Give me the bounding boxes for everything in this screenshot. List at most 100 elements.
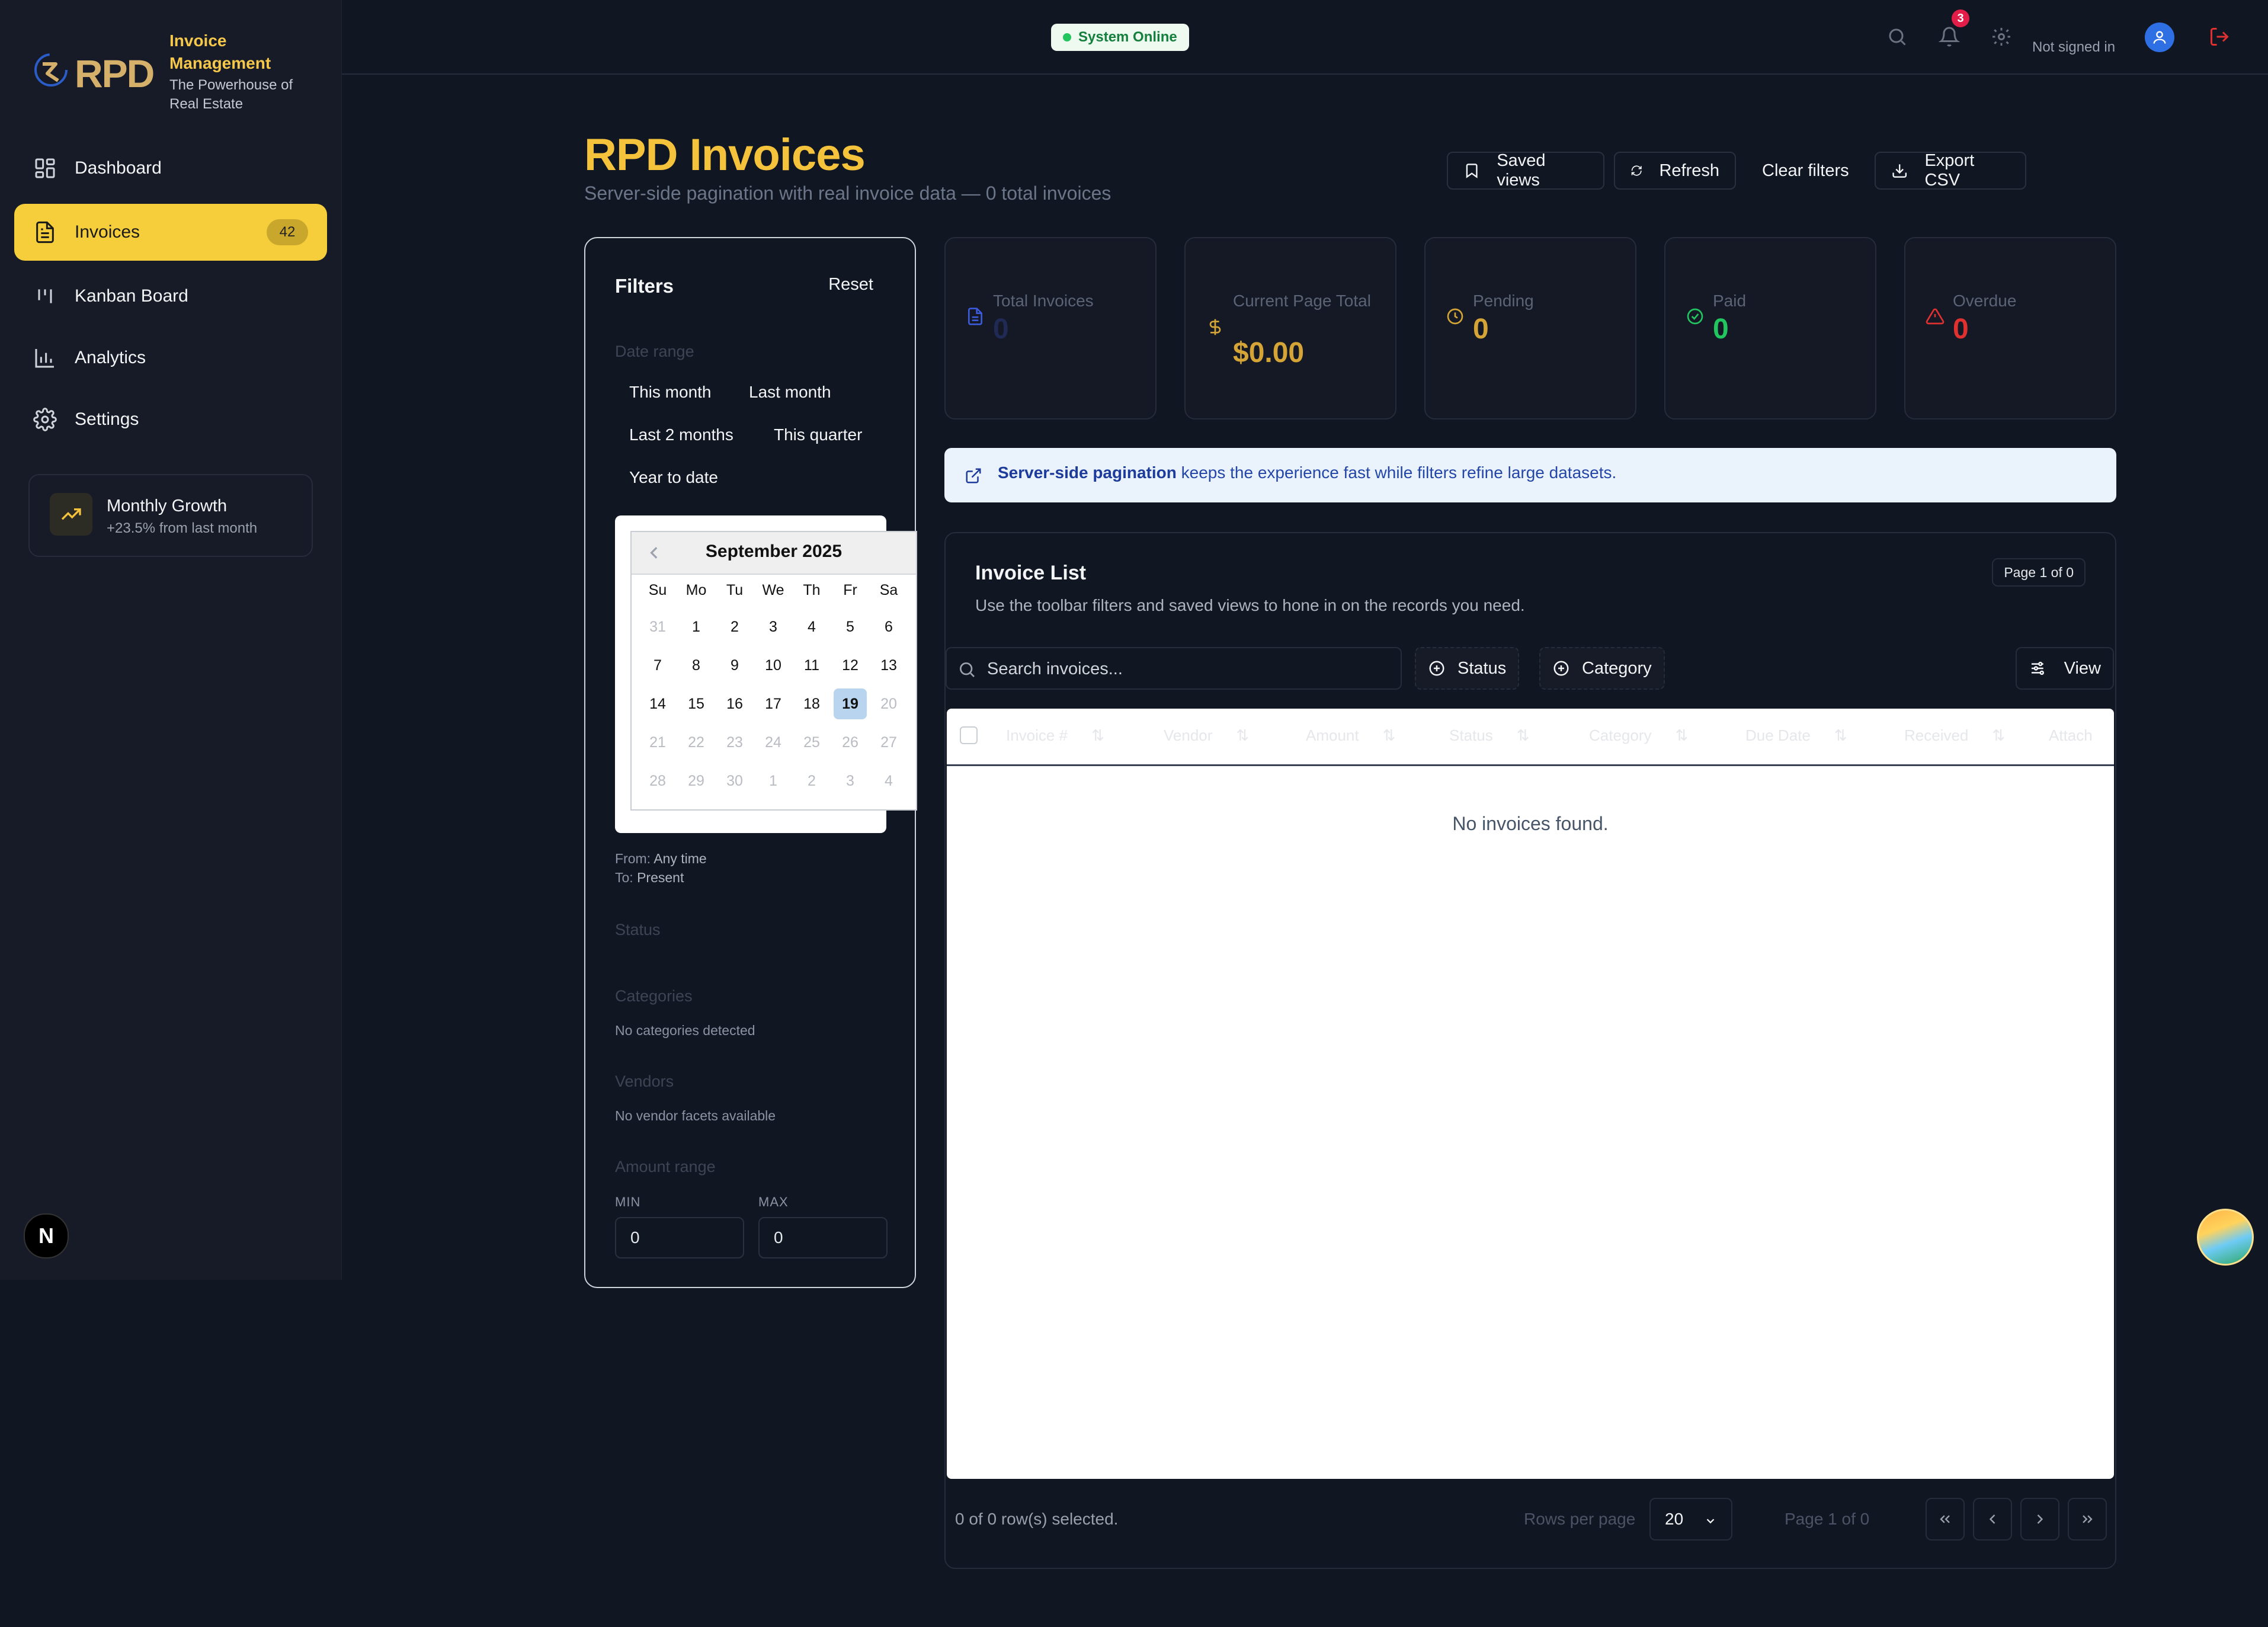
category-filter-chip[interactable]: Category [1539, 647, 1665, 690]
calendar-day[interactable]: 17 [757, 688, 790, 719]
view-options-button[interactable]: View [2016, 647, 2114, 690]
calendar-day[interactable]: 30 [718, 766, 751, 796]
calendar-day[interactable]: 10 [757, 650, 790, 681]
first-page-button[interactable] [1926, 1498, 1965, 1540]
bar-chart-icon [35, 349, 54, 368]
column-header-amount[interactable]: Amount ⇅ [1306, 726, 1395, 745]
categories-filter-label: Categories [615, 987, 693, 1005]
calendar-day[interactable]: 18 [795, 688, 828, 719]
select-all-checkbox[interactable] [960, 726, 978, 744]
calendar-day[interactable]: 6 [872, 611, 905, 642]
export-csv-label: Export CSV [1924, 151, 1975, 190]
page-badge: Page 1 of 0 [1992, 558, 2086, 587]
next-page-button[interactable] [2020, 1498, 2059, 1540]
dashboard-icon [35, 158, 55, 178]
calendar-day[interactable]: 8 [680, 650, 713, 681]
calendar-day[interactable]: 1 [680, 611, 713, 642]
floating-island-avatar[interactable] [2197, 1209, 2254, 1266]
calendar-day[interactable]: 27 [872, 727, 905, 758]
date-range-label: Date range [615, 342, 694, 360]
last-page-button[interactable] [2068, 1498, 2107, 1540]
calendar-day[interactable]: 7 [641, 650, 674, 681]
calendar-day[interactable]: 21 [641, 727, 674, 758]
sidebar-item-settings[interactable]: Settings [14, 391, 327, 448]
column-header-invoice[interactable]: Invoice # ⇅ [1006, 726, 1104, 745]
export-csv-button[interactable]: Export CSV [1875, 151, 2026, 190]
calendar-day[interactable]: 11 [795, 650, 828, 681]
rpd-logo[interactable] [32, 51, 70, 89]
calendar-day[interactable]: 3 [757, 611, 790, 642]
calendar-day[interactable]: 23 [718, 727, 751, 758]
calendar-day[interactable]: 28 [641, 766, 674, 796]
calendar-header: September 2025 [632, 532, 916, 575]
external-link-icon [966, 468, 981, 483]
calendar-day[interactable]: 12 [834, 650, 867, 681]
bell-icon[interactable] [1939, 26, 1960, 47]
calendar-day[interactable]: 20 [872, 688, 905, 719]
invoice-list-title: Invoice List [975, 562, 1087, 584]
n-badge[interactable]: N [24, 1213, 69, 1258]
column-header-category[interactable]: Category ⇅ [1589, 726, 1688, 745]
prev-page-button[interactable] [1973, 1498, 2012, 1540]
sidebar-item-kanban[interactable]: Kanban Board [14, 268, 327, 325]
vendors-empty: No vendor facets available [615, 1108, 776, 1123]
preset-this-quarter[interactable]: This quarter [774, 425, 862, 444]
calendar-day[interactable]: 4 [795, 611, 828, 642]
preset-this-month[interactable]: This month [629, 383, 712, 402]
calendar-day[interactable]: 2 [795, 766, 828, 796]
sidebar: RPD Invoice Management The Powerhouse of… [0, 0, 342, 1280]
preset-year-to-date[interactable]: Year to date [629, 468, 718, 487]
calendar-day[interactable]: 22 [680, 727, 713, 758]
saved-views-button[interactable]: Saved views [1447, 151, 1604, 190]
sidebar-item-dashboard[interactable]: Dashboard [14, 140, 327, 197]
calendar-day[interactable]: 3 [834, 766, 867, 796]
calendar-day[interactable]: 5 [834, 611, 867, 642]
search-input[interactable] [986, 659, 1391, 680]
sidebar-item-invoices[interactable]: Invoices 42 [14, 204, 327, 261]
file-icon [968, 308, 982, 325]
logout-icon[interactable] [2209, 26, 2230, 47]
weekday-label: Fr [843, 582, 857, 598]
column-header-vendor[interactable]: Vendor ⇅ [1164, 726, 1249, 745]
invoice-table: Invoice # ⇅ Vendor ⇅ Amount ⇅ Status ⇅ Categ… [947, 709, 2114, 1479]
calendar-day[interactable]: 19 [834, 688, 867, 719]
calendar-day[interactable]: 15 [680, 688, 713, 719]
sidebar-item-analytics[interactable]: Analytics [14, 329, 327, 386]
amount-min-input[interactable]: 0 [615, 1217, 744, 1258]
calendar-day[interactable]: 1 [757, 766, 790, 796]
calendar-day[interactable]: 26 [834, 727, 867, 758]
amount-max-input[interactable]: 0 [758, 1217, 888, 1258]
column-header-due-date[interactable]: Due Date ⇅ [1745, 726, 1847, 745]
column-header-received[interactable]: Received ⇅ [1904, 726, 2005, 745]
calendar-day[interactable]: 31 [641, 611, 674, 642]
column-header-attachments[interactable]: Attach [2049, 726, 2093, 745]
calendar-day[interactable]: 25 [795, 727, 828, 758]
view-button-label: View [2064, 658, 2101, 678]
calendar-day[interactable]: 16 [718, 688, 751, 719]
gear-icon[interactable] [1991, 26, 2012, 47]
dollar-icon [1209, 319, 1221, 335]
monthly-growth-card: Monthly Growth +23.5% from last month [28, 474, 313, 557]
calendar-day[interactable]: 4 [872, 766, 905, 796]
sliders-icon [2031, 661, 2044, 675]
stat-value: 0 [1473, 313, 1489, 345]
search-icon[interactable] [1886, 26, 1908, 47]
preset-last-2-months[interactable]: Last 2 months [629, 425, 733, 444]
calendar-day[interactable]: 9 [718, 650, 751, 681]
status-filter-chip[interactable]: Status [1415, 647, 1520, 690]
stat-value: 0 [1953, 313, 1969, 345]
user-avatar[interactable] [2145, 23, 2174, 52]
refresh-button[interactable]: Refresh [1614, 152, 1736, 190]
column-header-status[interactable]: Status ⇅ [1449, 726, 1530, 745]
calendar-day[interactable]: 14 [641, 688, 674, 719]
calendar-day[interactable]: 24 [757, 727, 790, 758]
preset-last-month[interactable]: Last month [749, 383, 831, 402]
calendar-day[interactable]: 29 [680, 766, 713, 796]
calendar-day[interactable]: 13 [872, 650, 905, 681]
filters-reset-button[interactable]: Reset [828, 275, 873, 294]
rows-per-page-select[interactable]: 20 [1649, 1498, 1732, 1540]
date-picker-calendar: September 2025 Su Mo Tu We Th Fr Sa 31 1 2 3 4 5 6 7 8 9… [630, 531, 917, 811]
calendar-day[interactable]: 2 [718, 611, 751, 642]
file-text-icon [36, 221, 54, 244]
clear-filters-button[interactable]: Clear filters [1745, 152, 1873, 190]
